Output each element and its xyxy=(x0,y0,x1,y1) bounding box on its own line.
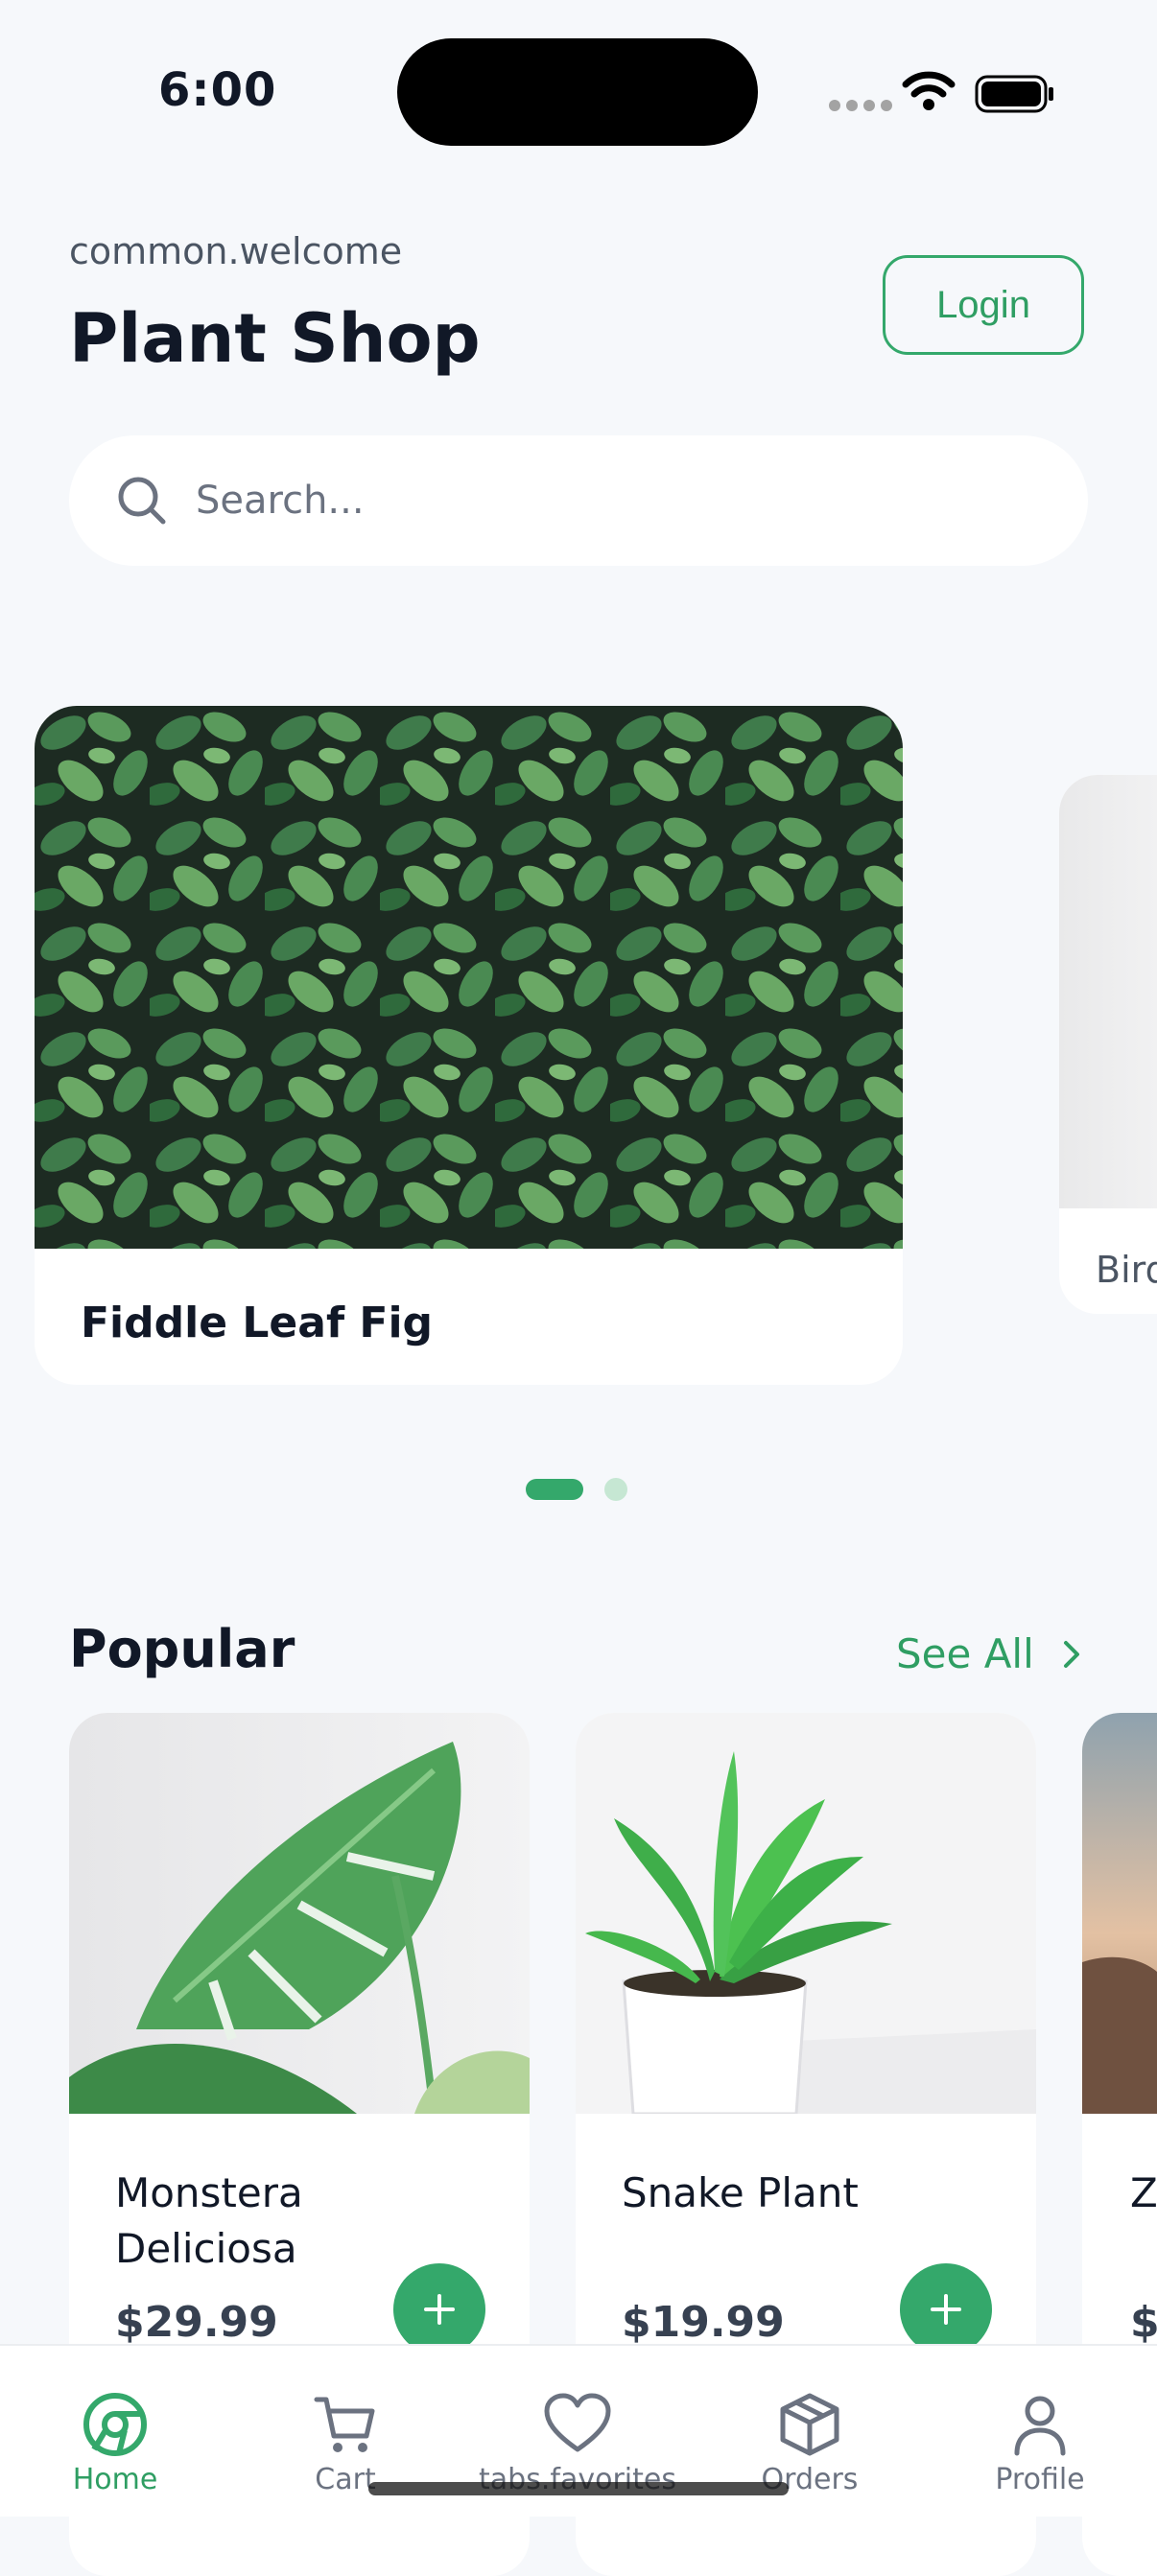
search-bar[interactable] xyxy=(69,435,1088,566)
home-indicator xyxy=(368,2482,789,2495)
product-name: Snake Plant xyxy=(622,2169,859,2216)
dynamic-island xyxy=(397,38,758,146)
popular-heading: Popular xyxy=(69,1619,295,1679)
product-image-zz-plant xyxy=(1082,1713,1157,2114)
product-image-snake-plant xyxy=(576,1713,1036,2114)
search-icon xyxy=(118,477,166,525)
status-time: 6:00 xyxy=(158,63,277,117)
tab-label: Cart xyxy=(315,2463,376,2496)
login-button[interactable]: Login xyxy=(883,255,1084,355)
chevron-right-icon xyxy=(1063,1640,1079,1668)
plus-icon xyxy=(931,2294,961,2325)
featured-plant-name: Fiddle Leaf Fig xyxy=(81,1299,434,1347)
pagination-dot-active[interactable] xyxy=(526,1479,583,1500)
see-all-link[interactable]: See All xyxy=(896,1630,1086,1677)
product-name: ZZ xyxy=(1130,2169,1157,2216)
see-all-label: See All xyxy=(896,1630,1034,1677)
product-price: $29.99 xyxy=(115,2298,278,2347)
featured-plant-name-next: Bird xyxy=(1096,1249,1157,1291)
person-icon xyxy=(1014,2396,1066,2456)
carousel-pagination xyxy=(526,1478,627,1501)
tab-cart[interactable]: Cart xyxy=(249,2390,441,2496)
plus-icon xyxy=(424,2294,455,2325)
tab-label: Profile xyxy=(995,2463,1085,2496)
product-name: Monstera Deliciosa xyxy=(115,2169,303,2272)
pagination-dot[interactable] xyxy=(604,1478,627,1501)
cellular-signal-icon xyxy=(829,100,892,111)
featured-plant-image xyxy=(35,706,903,1249)
add-to-cart-button[interactable] xyxy=(393,2263,485,2355)
battery-icon xyxy=(975,75,1053,113)
product-price: $ xyxy=(1130,2298,1157,2347)
tab-label: Home xyxy=(72,2463,158,2496)
welcome-text: common.welcome xyxy=(69,230,403,272)
tab-home[interactable]: Home xyxy=(19,2390,211,2496)
tab-favorites[interactable]: tabs.favorites xyxy=(479,2390,676,2496)
heart-icon xyxy=(544,2393,611,2452)
tab-orders[interactable]: Orders xyxy=(714,2390,906,2496)
featured-card-next[interactable]: Bird xyxy=(1059,775,1157,1314)
product-price: $19.99 xyxy=(622,2298,785,2347)
home-icon xyxy=(83,2393,147,2456)
wifi-icon xyxy=(902,71,956,110)
featured-card[interactable]: Fiddle Leaf Fig xyxy=(35,706,903,1385)
page-title: Plant Shop xyxy=(69,299,481,378)
search-input[interactable] xyxy=(194,478,965,524)
add-to-cart-button[interactable] xyxy=(900,2263,992,2355)
cart-icon xyxy=(314,2397,375,2452)
product-image-monstera xyxy=(69,1713,530,2114)
featured-plant-image-next xyxy=(1059,775,1157,1208)
tab-profile[interactable]: Profile xyxy=(944,2390,1136,2496)
box-icon xyxy=(780,2393,839,2456)
